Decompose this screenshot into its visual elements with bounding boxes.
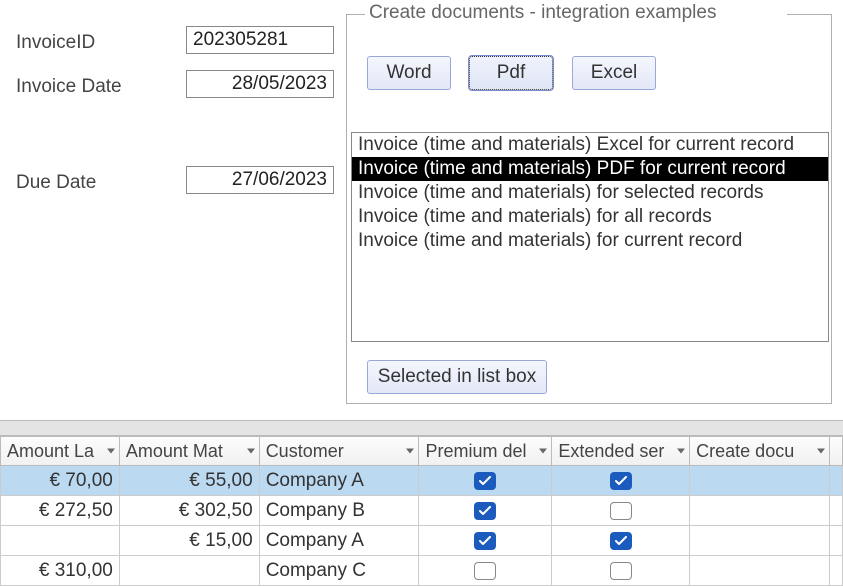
cell-amount-la[interactable]: € 310,00 <box>0 556 120 586</box>
selected-in-listbox-button[interactable]: Selected in list box <box>367 360 547 394</box>
due-date-label: Due Date <box>16 172 96 194</box>
due-date-input[interactable] <box>186 166 334 194</box>
cell-create-docu[interactable] <box>690 526 830 556</box>
cell-amount-mat[interactable]: € 15,00 <box>120 526 260 556</box>
column-header[interactable]: Create docu <box>690 436 830 466</box>
column-header[interactable]: Amount Mat <box>120 436 260 466</box>
cell-create-docu[interactable] <box>690 466 830 496</box>
invoice-id-label: InvoiceID <box>16 32 95 54</box>
cell-extended <box>552 466 690 496</box>
cell-customer[interactable]: Company A <box>260 466 420 496</box>
checkbox[interactable] <box>610 502 632 520</box>
create-documents-panel: Create documents - integration examples … <box>346 14 832 404</box>
listbox-item[interactable]: Invoice (time and materials) for current… <box>352 229 828 253</box>
filter-dropdown-icon[interactable] <box>107 449 115 454</box>
cell-amount-mat[interactable]: € 55,00 <box>120 466 260 496</box>
filter-dropdown-icon[interactable] <box>406 449 414 454</box>
listbox-item[interactable]: Invoice (time and materials) PDF for cur… <box>352 157 828 181</box>
cell-amount-mat[interactable] <box>120 556 260 586</box>
cell-partial <box>830 526 843 556</box>
documents-listbox[interactable]: Invoice (time and materials) Excel for c… <box>351 132 829 342</box>
checkbox[interactable] <box>474 502 496 520</box>
cell-partial <box>830 556 843 586</box>
listbox-item[interactable]: Invoice (time and materials) for selecte… <box>352 181 828 205</box>
filter-dropdown-icon[interactable] <box>247 449 255 454</box>
filter-dropdown-icon[interactable] <box>677 449 685 454</box>
cell-amount-la[interactable]: € 272,50 <box>0 496 120 526</box>
cell-premium <box>419 466 552 496</box>
cell-amount-la[interactable]: € 70,00 <box>0 466 120 496</box>
table-row[interactable]: € 272,50€ 302,50Company B <box>0 496 843 526</box>
cell-customer[interactable]: Company C <box>260 556 420 586</box>
cell-extended <box>552 526 690 556</box>
column-header[interactable]: Customer <box>260 436 420 466</box>
cell-customer[interactable]: Company B <box>260 496 420 526</box>
table-row[interactable]: € 310,00 Company C <box>0 556 843 586</box>
cell-create-docu[interactable] <box>690 496 830 526</box>
listbox-item[interactable]: Invoice (time and materials) Excel for c… <box>352 133 828 157</box>
pdf-button[interactable]: Pdf <box>469 56 553 90</box>
invoice-id-input[interactable] <box>186 26 334 54</box>
column-header[interactable]: Amount La <box>0 436 120 466</box>
word-button[interactable]: Word <box>367 56 451 90</box>
filter-dropdown-icon[interactable] <box>539 449 547 454</box>
datasheet: Amount LaAmount MatCustomerPremium delEx… <box>0 436 843 586</box>
invoice-date-label: Invoice Date <box>16 76 122 98</box>
checkbox[interactable] <box>610 532 632 550</box>
column-header[interactable]: Premium del <box>419 436 552 466</box>
cell-premium <box>419 526 552 556</box>
excel-button[interactable]: Excel <box>572 56 656 90</box>
checkbox[interactable] <box>474 532 496 550</box>
cell-premium <box>419 496 552 526</box>
cell-amount-la[interactable] <box>0 526 120 556</box>
checkbox[interactable] <box>610 472 632 490</box>
filter-dropdown-icon[interactable] <box>817 449 825 454</box>
invoice-date-input[interactable] <box>186 70 334 98</box>
checkbox[interactable] <box>474 472 496 490</box>
cell-customer[interactable]: Company A <box>260 526 420 556</box>
datasheet-separator <box>0 420 843 436</box>
cell-amount-mat[interactable]: € 302,50 <box>120 496 260 526</box>
table-row[interactable]: € 15,00Company A <box>0 526 843 556</box>
column-header[interactable]: Extended ser <box>552 436 690 466</box>
cell-create-docu[interactable] <box>690 556 830 586</box>
cell-extended <box>552 496 690 526</box>
cell-partial <box>830 496 843 526</box>
cell-extended <box>552 556 690 586</box>
cell-partial <box>830 466 843 496</box>
cell-premium <box>419 556 552 586</box>
table-row[interactable]: € 70,00€ 55,00Company A <box>0 466 843 496</box>
column-header-partial[interactable] <box>830 436 843 466</box>
listbox-item[interactable]: Invoice (time and materials) for all rec… <box>352 205 828 229</box>
panel-legend: Create documents - integration examples <box>365 2 720 24</box>
